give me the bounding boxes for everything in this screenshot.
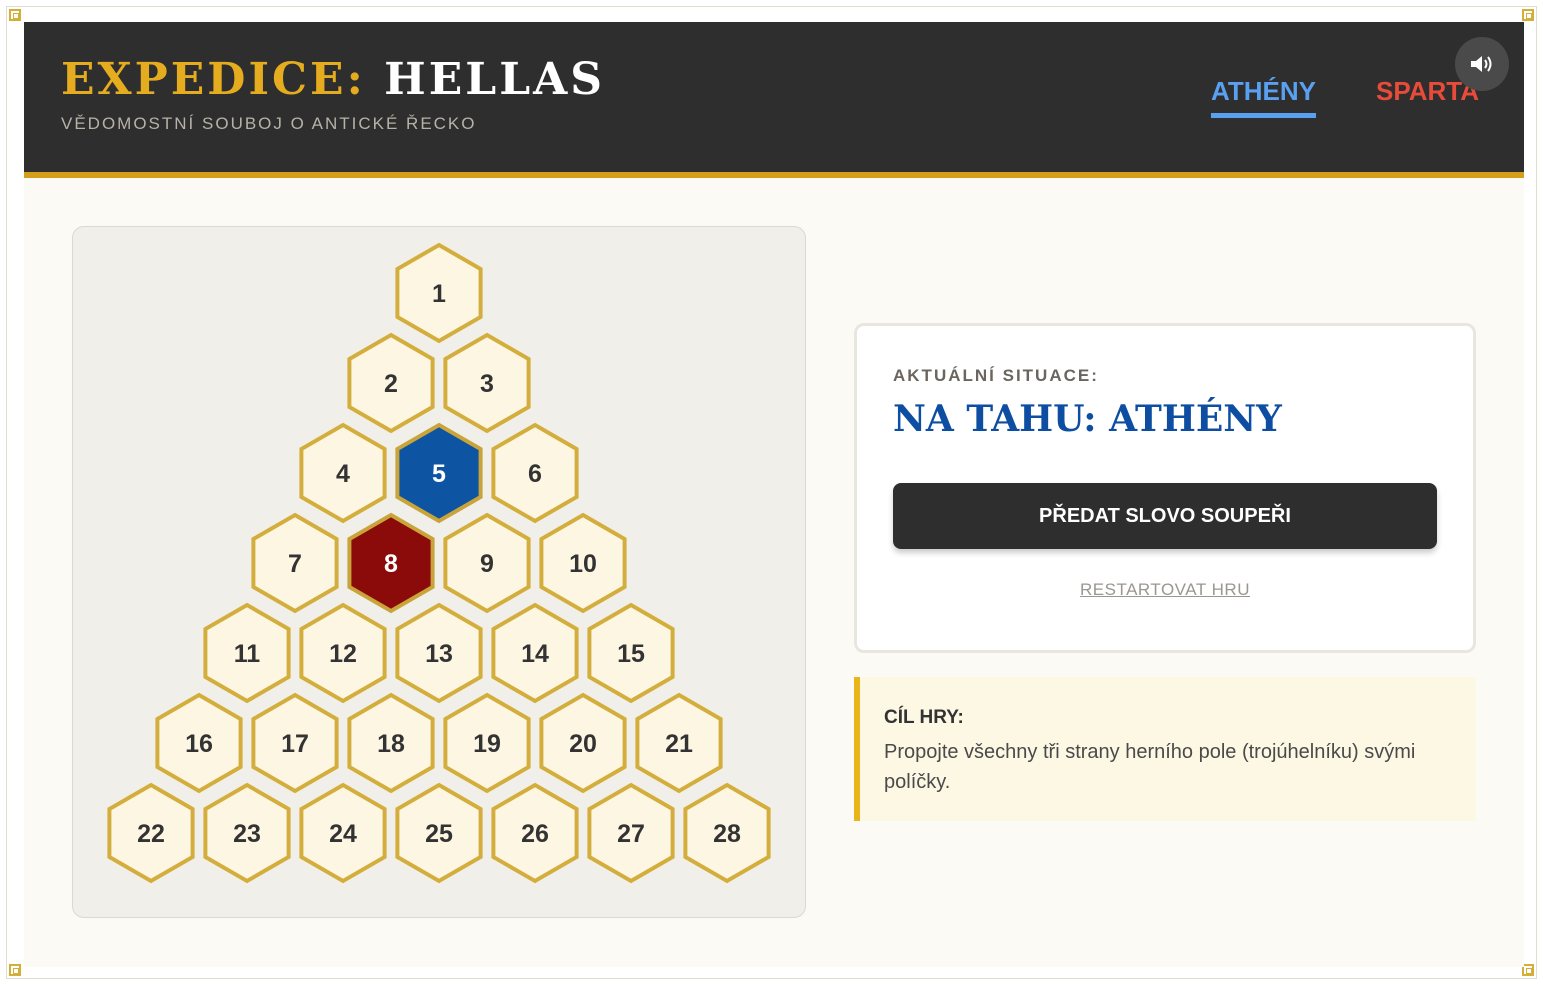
hex-number: 2 [384, 370, 398, 398]
hex-cell-9[interactable]: 9 [443, 512, 531, 614]
hex-number: 4 [336, 460, 350, 488]
hex-cell-22[interactable]: 22 [107, 782, 195, 884]
title-part2: HELLAS [384, 54, 606, 105]
hex-cell-28[interactable]: 28 [683, 782, 771, 884]
speaker-icon [1471, 56, 1492, 72]
hex-number: 26 [521, 820, 549, 848]
hex-cell-26[interactable]: 26 [491, 782, 579, 884]
hex-cell-17[interactable]: 17 [251, 692, 339, 794]
pass-turn-button[interactable]: PŘEDAT SLOVO SOUPEŘI [893, 483, 1437, 549]
hex-pyramid: 12 34 5 67 8 9 1011 12 13 14 1516 17 18 19 20 2122 23 24 2… [107, 242, 771, 884]
hex-cell-11[interactable]: 11 [203, 602, 291, 704]
hex-number: 16 [185, 730, 213, 758]
hex-number: 23 [233, 820, 261, 848]
hex-number: 6 [528, 460, 542, 488]
hex-cell-16[interactable]: 16 [155, 692, 243, 794]
hex-number: 12 [329, 640, 357, 668]
hex-number: 13 [425, 640, 453, 668]
hex-cell-15[interactable]: 15 [587, 602, 675, 704]
current-turn: NA TAHU: ATHÉNY [893, 398, 1282, 440]
hex-cell-13[interactable]: 13 [395, 602, 483, 704]
hex-number: 15 [617, 640, 645, 668]
game-board: 1 2 3 4 5 6 7 8 9 10 11 12 13 14 15 16 17 18 19 20 21 22 23 24 2… [72, 226, 806, 918]
hex-cell-2[interactable]: 2 [347, 332, 435, 434]
corner-ornament-bottom-left [9, 964, 21, 976]
status-card: AKTUÁLNÍ SITUACE: NA TAHU: ATHÉNY PŘEDAT… [854, 323, 1476, 653]
hex-number: 21 [665, 730, 693, 758]
hex-number: 17 [281, 730, 309, 758]
hex-cell-19[interactable]: 19 [443, 692, 531, 794]
hex-cell-1[interactable]: 1 [395, 242, 483, 344]
hex-number: 8 [384, 550, 398, 578]
hex-cell-8[interactable]: 8 [347, 512, 435, 614]
goal-text: Propojte všechny tři strany herního pole… [884, 741, 1416, 793]
team-athens: ATHÉNY [1211, 76, 1316, 118]
hex-number: 19 [473, 730, 501, 758]
game-title: EXPEDICE: HELLAS [61, 54, 605, 105]
hex-number: 18 [377, 730, 405, 758]
hex-cell-21[interactable]: 21 [635, 692, 723, 794]
status-label: AKTUÁLNÍ SITUACE: [893, 366, 1099, 385]
hex-number: 28 [713, 820, 741, 848]
game-app: EXPEDICE: HELLAS VĚDOMOSTNÍ SOUBOJ O ANT… [24, 22, 1524, 967]
game-subtitle: VĚDOMOSTNÍ SOUBOJ O ANTICKÉ ŘECKO [61, 114, 477, 133]
hex-number: 24 [329, 820, 357, 848]
hex-cell-18[interactable]: 18 [347, 692, 435, 794]
hex-number: 7 [288, 550, 302, 578]
hex-number: 1 [432, 280, 446, 308]
goal-box: CÍL HRY: Propojte všechny tři strany her… [854, 677, 1476, 821]
hex-number: 11 [234, 640, 261, 668]
restart-game-link[interactable]: RESTARTOVAT HRU [857, 580, 1473, 600]
title-part1: EXPEDICE: [61, 54, 366, 105]
hex-number: 22 [137, 820, 165, 848]
corner-ornament-top-right [1522, 9, 1534, 21]
hex-cell-12[interactable]: 12 [299, 602, 387, 704]
hex-number: 27 [617, 820, 645, 848]
hex-cell-25[interactable]: 25 [395, 782, 483, 884]
hex-cell-4[interactable]: 4 [299, 422, 387, 524]
hex-number: 25 [425, 820, 453, 848]
sound-toggle-button[interactable] [1455, 37, 1509, 91]
hex-cell-27[interactable]: 27 [587, 782, 675, 884]
hex-cell-14[interactable]: 14 [491, 602, 579, 704]
hex-cell-20[interactable]: 20 [539, 692, 627, 794]
corner-ornament-top-left [9, 9, 21, 21]
hex-cell-3[interactable]: 3 [443, 332, 531, 434]
hex-number: 10 [569, 550, 597, 578]
hex-cell-23[interactable]: 23 [203, 782, 291, 884]
hex-number: 14 [521, 640, 549, 668]
hex-number: 3 [480, 370, 494, 398]
header: EXPEDICE: HELLAS VĚDOMOSTNÍ SOUBOJ O ANT… [24, 22, 1524, 178]
hex-number: 9 [480, 550, 494, 578]
hex-cell-6[interactable]: 6 [491, 422, 579, 524]
hex-cell-24[interactable]: 24 [299, 782, 387, 884]
hex-cell-7[interactable]: 7 [251, 512, 339, 614]
hex-cell-5[interactable]: 5 [395, 422, 483, 524]
hex-number: 5 [432, 460, 446, 488]
goal-title: CÍL HRY: [884, 707, 964, 728]
hex-number: 20 [569, 730, 597, 758]
hex-cell-10[interactable]: 10 [539, 512, 627, 614]
